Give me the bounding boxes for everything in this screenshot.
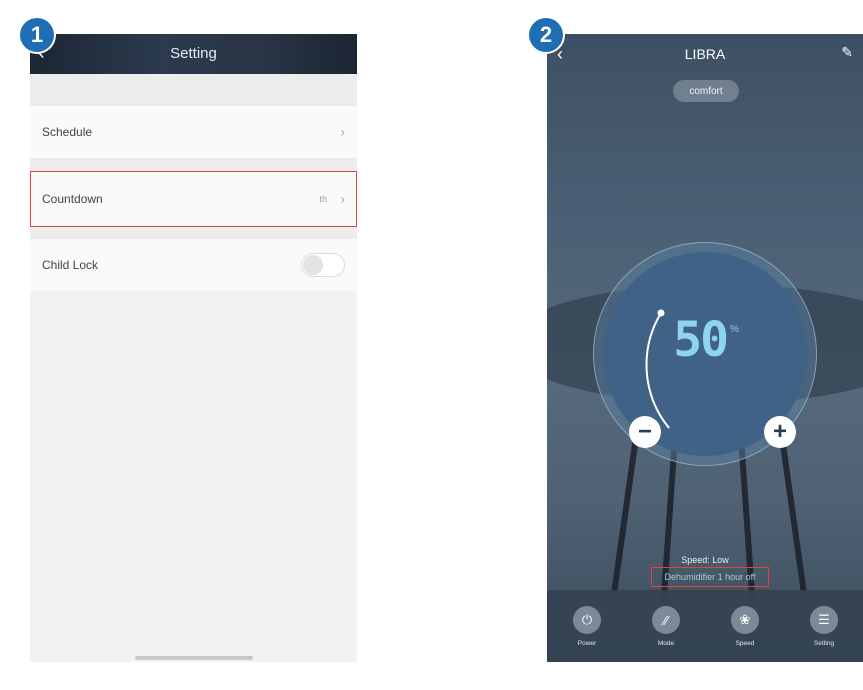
increase-button[interactable]: +	[764, 416, 796, 448]
section-gap	[30, 74, 357, 106]
setting-button[interactable]: ☰ Setting	[794, 606, 854, 647]
toggle-knob	[303, 255, 323, 275]
minus-icon: −	[637, 418, 652, 445]
speed-button[interactable]: ❀ Speed	[715, 606, 775, 647]
power-button[interactable]: ⏻ Power	[557, 606, 617, 647]
mode-pill: comfort	[673, 80, 739, 102]
pencil-icon[interactable]: ✎	[841, 44, 853, 61]
plus-icon: +	[772, 418, 787, 445]
setting-icon: ☰	[810, 606, 838, 634]
speed-label: Speed	[735, 640, 755, 647]
step-badge-2: 2	[529, 18, 563, 52]
page-title: Setting	[170, 45, 217, 62]
fan-icon: ❀	[731, 606, 759, 634]
dehumidifier-status-highlight: Dehumidifier 1 hour off	[651, 567, 769, 587]
countdown-highlight-box	[30, 171, 357, 227]
schedule-row[interactable]: Schedule ›	[30, 106, 357, 158]
home-indicator	[135, 656, 253, 660]
setting-screen: ‹ Setting Schedule › Countdown th › Chil…	[30, 34, 357, 662]
child-lock-toggle[interactable]	[301, 253, 345, 277]
humidity-unit: %	[730, 324, 739, 335]
step-badge-1: 1	[20, 18, 54, 52]
mode-button[interactable]: ∕∕ Mode	[636, 606, 696, 647]
section-gap	[30, 158, 357, 171]
power-label: Power	[577, 640, 597, 647]
device-title: LIBRA	[684, 46, 726, 62]
device-screen: ‹ LIBRA ✎ comfort 50 % − + Speed: Low De…	[547, 34, 863, 662]
child-lock-label: Child Lock	[42, 258, 99, 272]
child-lock-row: Child Lock	[30, 239, 357, 291]
decrease-button[interactable]: −	[629, 416, 661, 448]
power-icon: ⏻	[573, 606, 601, 634]
section-gap	[30, 227, 357, 239]
dehumidifier-status: Dehumidifier 1 hour off	[664, 572, 756, 582]
mode-label: Mode	[657, 640, 675, 647]
mode-icon: ∕∕	[652, 606, 680, 634]
bottom-bar: ⏻ Power ∕∕ Mode ❀ Speed ☰ Setting	[547, 590, 863, 662]
chevron-right-icon: ›	[340, 124, 345, 140]
setting-header: ‹ Setting	[30, 34, 357, 74]
schedule-label: Schedule	[42, 125, 93, 139]
humidity-value: 50	[673, 312, 729, 368]
speed-status: Speed: Low	[681, 555, 729, 565]
setting-label: Setting	[813, 640, 835, 647]
